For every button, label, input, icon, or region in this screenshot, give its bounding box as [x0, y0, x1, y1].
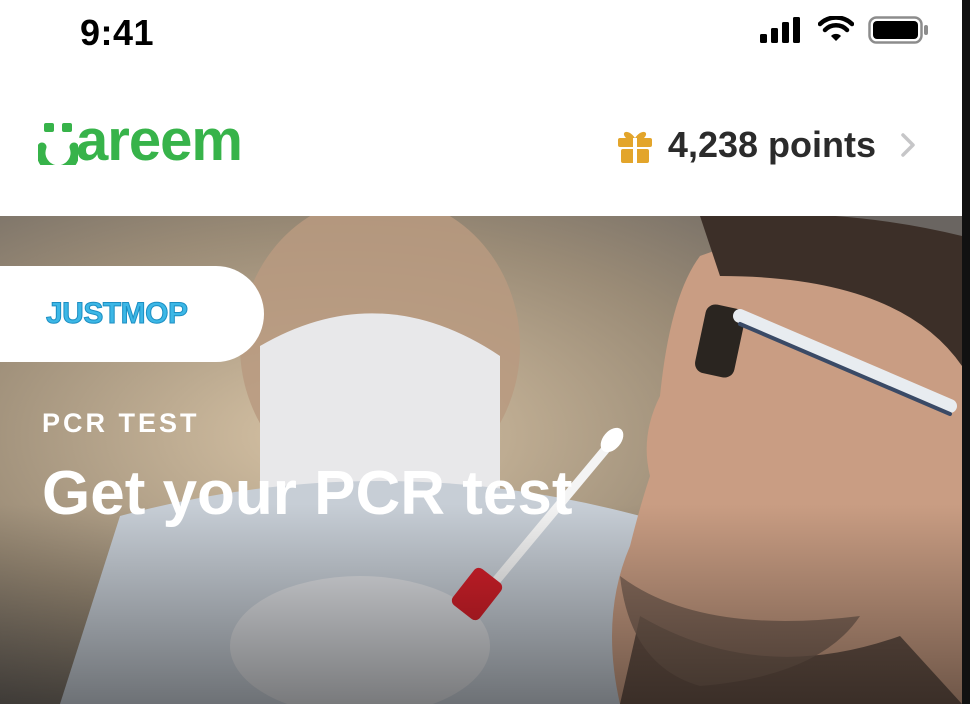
- logo-wordmark-visible: areem: [76, 108, 243, 173]
- careem-logo: careem areem: [38, 106, 243, 176]
- cellular-signal-icon: [760, 17, 800, 43]
- battery-icon: [868, 16, 928, 44]
- hero-banner[interactable]: JUSTMOP PCR TEST Get your PCR test: [0, 216, 962, 704]
- justmop-badge: JUSTMOP: [0, 266, 264, 362]
- app-header: careem areem 4,238 points: [0, 66, 970, 216]
- status-time: 9:41: [80, 12, 155, 53]
- hero-shade: [0, 504, 962, 704]
- chevron-right-icon: [901, 133, 915, 157]
- hero-eyebrow: PCR TEST: [42, 408, 200, 438]
- justmop-logo: JUSTMOP: [46, 297, 189, 331]
- status-icons: [760, 16, 930, 44]
- status-bar: 9:41: [0, 0, 970, 66]
- gift-icon: [617, 131, 652, 163]
- points-button[interactable]: 4,238 points: [616, 124, 918, 166]
- careem-smile-icon: [38, 123, 78, 165]
- hero-title: Get your PCR test: [42, 459, 573, 528]
- scroll-edge: [962, 0, 970, 704]
- points-label: 4,238 points: [667, 124, 876, 165]
- wifi-icon: [818, 16, 854, 41]
